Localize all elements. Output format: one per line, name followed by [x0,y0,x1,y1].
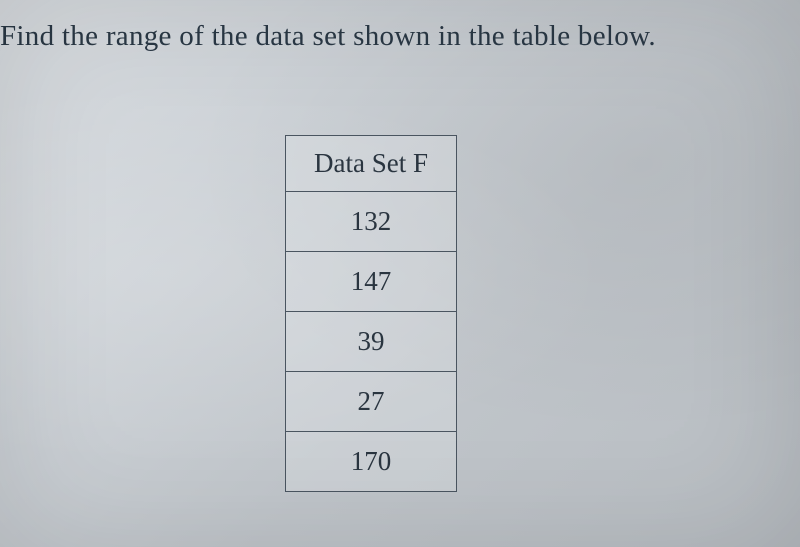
table-cell: 132 [286,192,457,252]
table-cell: 147 [286,252,457,312]
question-prompt: Find the range of the data set shown in … [0,20,656,53]
table-row: 27 [286,372,457,432]
table-row: 147 [286,252,457,312]
table-row: 39 [286,312,457,372]
table-header: Data Set F [286,136,457,192]
table-cell: 170 [286,432,457,492]
table-row: 170 [286,432,457,492]
table-cell: 27 [286,372,457,432]
data-set-table: Data Set F 132 147 39 27 170 [285,135,457,492]
table-cell: 39 [286,312,457,372]
table-row: 132 [286,192,457,252]
